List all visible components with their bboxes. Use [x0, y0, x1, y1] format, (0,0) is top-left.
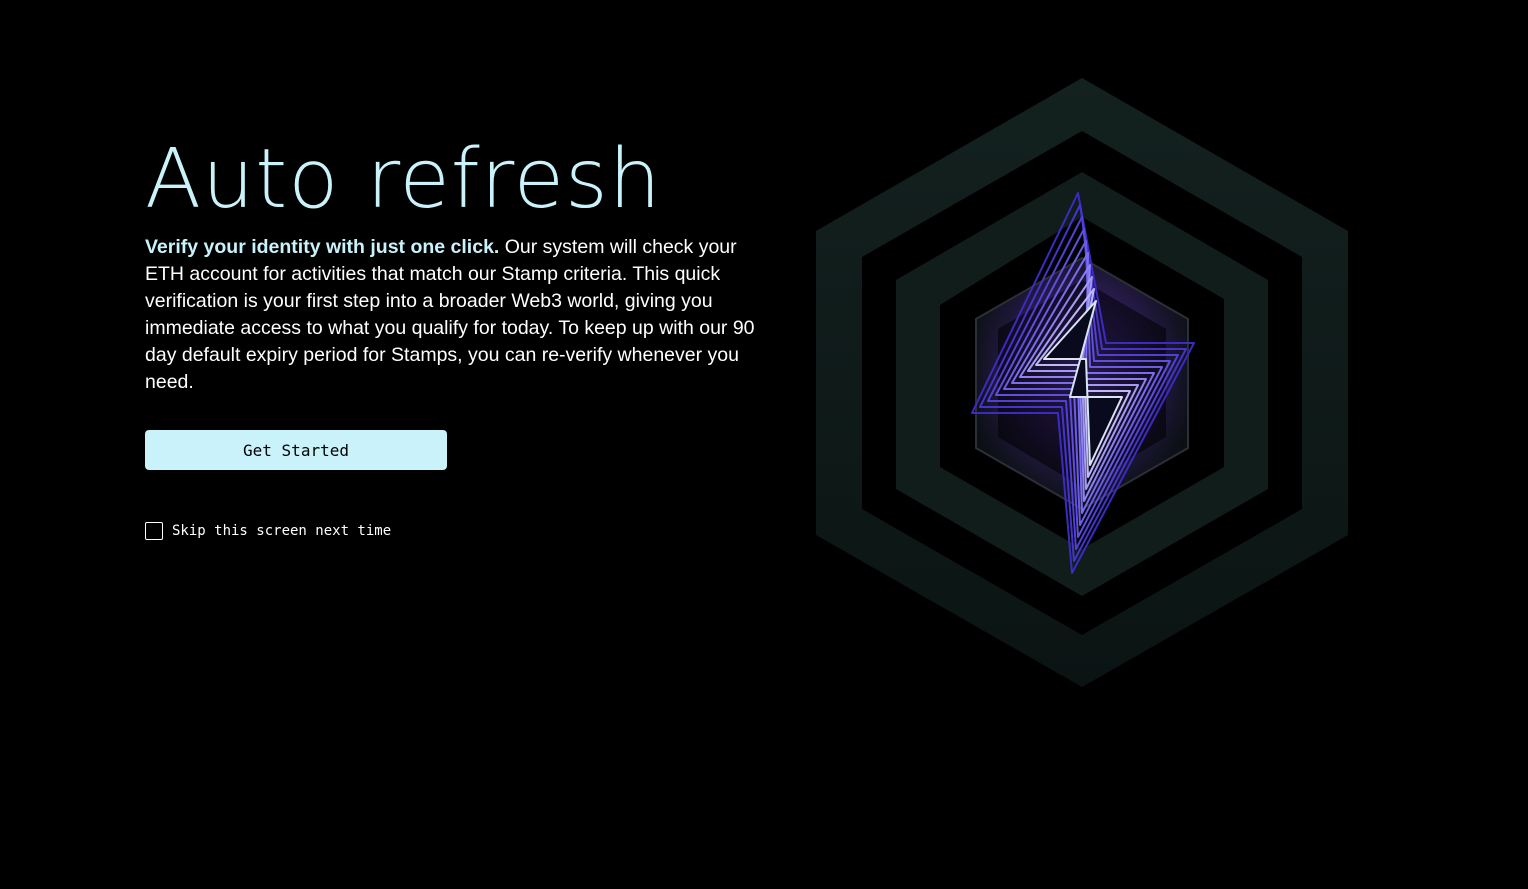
intro-panel: Auto refresh Verify your identity with j…	[145, 130, 775, 540]
description-body: Our system will check your ETH account f…	[145, 236, 755, 393]
skip-option[interactable]: Skip this screen next time	[145, 522, 775, 540]
skip-checkbox[interactable]	[145, 522, 163, 540]
page-title: Auto refresh	[145, 132, 662, 227]
onboarding-screen: Auto refresh Verify your identity with j…	[0, 0, 1528, 889]
lightning-hexagon-icon	[816, 78, 1348, 687]
skip-label: Skip this screen next time	[172, 523, 392, 539]
get-started-button[interactable]: Get Started	[145, 430, 447, 470]
description-lead: Verify your identity with just one click…	[145, 236, 500, 258]
page-description: Verify your identity with just one click…	[145, 234, 775, 396]
